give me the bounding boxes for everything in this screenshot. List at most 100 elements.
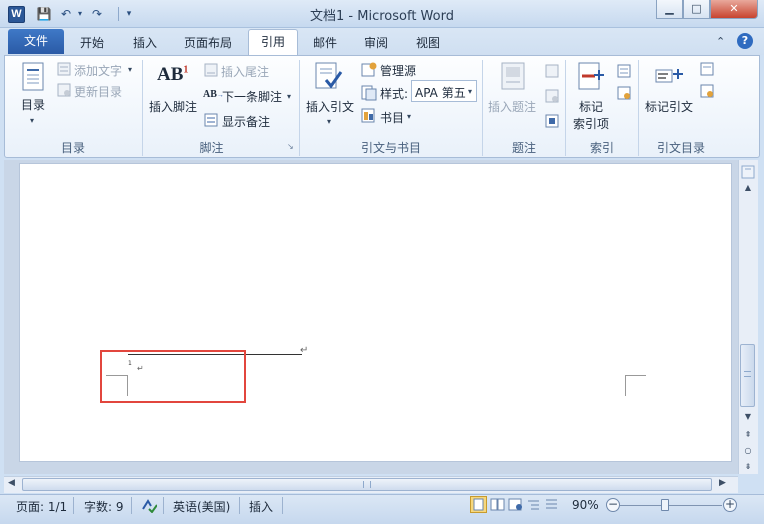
show-notes-button[interactable]: 显示备注 <box>222 113 270 130</box>
minimize-ribbon-icon[interactable]: ⌃ <box>716 35 725 48</box>
vertical-scroll-thumb[interactable] <box>740 344 755 407</box>
insert-footnote-button[interactable]: 插入脚注 <box>149 98 197 115</box>
window-title: 文档1 - Microsoft Word <box>310 9 454 24</box>
status-separator <box>239 497 240 514</box>
show-notes-icon <box>204 113 218 130</box>
tab-home[interactable]: 开始 <box>80 34 104 51</box>
update-index-icon[interactable] <box>617 86 631 103</box>
select-browse-object-icon[interactable]: ○ <box>738 444 758 458</box>
language-indicator[interactable]: 英语(美国) <box>173 498 230 515</box>
minimize-button[interactable]: ▁ <box>656 0 683 19</box>
scroll-left-icon[interactable]: ◀ <box>8 478 15 488</box>
group-label-captions: 题注 <box>511 141 536 155</box>
tab-references[interactable]: 引用 <box>248 29 298 56</box>
insert-citation-icon <box>314 62 344 95</box>
insert-citation-dropdown-icon[interactable]: ▾ <box>327 117 331 126</box>
add-text-icon <box>57 62 71 79</box>
manage-sources-icon <box>361 61 377 80</box>
next-footnote-button[interactable]: 下一条脚注 <box>222 88 282 105</box>
vertical-scrollbar[interactable] <box>738 160 758 474</box>
previous-page-icon[interactable]: ⇞ <box>738 428 758 442</box>
full-screen-reading-view-icon[interactable] <box>490 497 505 515</box>
mark-entry-button[interactable]: 标记 <box>579 98 603 115</box>
status-separator <box>163 497 164 514</box>
next-footnote-dropdown-icon[interactable]: ▾ <box>287 92 291 101</box>
close-button[interactable]: ✕ <box>710 0 758 19</box>
maximize-button[interactable]: □ <box>683 0 710 19</box>
insert-footnote-icon: AB1 <box>157 64 189 85</box>
bibliography-icon <box>361 108 377 127</box>
style-icon <box>361 85 377 104</box>
update-toc-icon <box>57 83 71 100</box>
manage-sources-button[interactable]: 管理源 <box>380 62 416 79</box>
crop-mark-right-h <box>625 375 646 376</box>
zoom-out-button[interactable]: − <box>606 498 620 512</box>
next-page-icon[interactable]: ⇟ <box>738 460 758 474</box>
document-page[interactable] <box>20 164 731 461</box>
insert-table-of-figures-icon[interactable] <box>545 64 559 81</box>
horizontal-scroll-thumb[interactable] <box>22 478 712 491</box>
tab-page-layout[interactable]: 页面布局 <box>184 34 232 51</box>
zoom-slider-track[interactable] <box>620 505 722 506</box>
bibliography-dropdown-icon[interactable]: ▾ <box>407 112 411 121</box>
citation-style-dropdown-icon[interactable]: ▾ <box>468 87 472 96</box>
style-label: 样式: <box>380 87 409 101</box>
citation-style-select[interactable]: APA 第五 ▾ <box>411 80 477 102</box>
mark-entry-button-line2[interactable]: 索引项 <box>573 115 609 132</box>
status-separator <box>73 497 74 514</box>
status-separator <box>131 497 132 514</box>
scroll-down-icon[interactable]: ▼ <box>738 410 758 424</box>
mark-citation-button[interactable]: 标记引文 <box>645 98 693 115</box>
outline-view-icon[interactable] <box>526 497 541 515</box>
mark-entry-icon <box>577 62 607 95</box>
zoom-in-button[interactable]: + <box>723 498 737 512</box>
window-controls: ▁ □ ✕ <box>656 0 759 20</box>
footnote-dialog-launcher-icon[interactable]: ↘ <box>287 142 294 151</box>
tab-view[interactable]: 视图 <box>416 34 440 51</box>
insert-table-of-authorities-icon[interactable] <box>700 62 714 79</box>
tab-insert[interactable]: 插入 <box>133 34 157 51</box>
group-label-footnotes: 脚注 <box>199 141 224 155</box>
bibliography-button[interactable]: 书目 <box>380 109 404 126</box>
group-label-table-of-authorities: 引文目录 <box>656 141 705 155</box>
zoom-slider-thumb[interactable] <box>661 499 669 511</box>
page-count[interactable]: 页面: 1/1 <box>16 498 67 515</box>
draft-view-icon[interactable] <box>544 497 559 515</box>
web-layout-view-icon[interactable] <box>508 497 523 515</box>
update-toc-button[interactable]: 更新目录 <box>74 83 122 100</box>
tab-review[interactable]: 审阅 <box>364 34 388 51</box>
cross-reference-icon[interactable] <box>545 114 559 131</box>
tab-file[interactable]: 文件 <box>8 29 64 54</box>
group-label-citations: 引文与书目 <box>360 141 421 155</box>
next-footnote-icon: AB→ <box>203 89 224 100</box>
insert-mode-indicator[interactable]: 插入 <box>249 498 273 515</box>
insert-endnote-icon <box>204 63 218 80</box>
toc-button[interactable]: 目录 <box>21 96 45 113</box>
mark-citation-icon <box>654 64 684 93</box>
word-count[interactable]: 字数: 9 <box>84 498 124 515</box>
citation-style-value: APA 第五 <box>415 86 466 100</box>
insert-index-icon[interactable] <box>617 64 631 81</box>
paragraph-mark: ↵ <box>300 345 309 356</box>
group-label-index: 索引 <box>589 141 614 155</box>
scroll-right-icon[interactable]: ▶ <box>719 478 726 488</box>
help-icon[interactable]: ? <box>737 33 753 49</box>
add-text-dropdown-icon[interactable]: ▾ <box>128 65 132 74</box>
update-table-of-authorities-icon[interactable] <box>700 84 714 101</box>
toc-dropdown-icon[interactable]: ▾ <box>30 116 34 125</box>
crop-mark-right-v <box>625 375 626 396</box>
insert-caption-icon <box>500 62 526 95</box>
insert-caption-button[interactable]: 插入题注 <box>488 98 536 115</box>
zoom-level[interactable]: 90% <box>572 498 599 512</box>
footnote-highlight-box <box>100 350 246 403</box>
update-table-icon[interactable] <box>545 89 559 106</box>
insert-endnote-button[interactable]: 插入尾注 <box>221 63 269 80</box>
print-layout-view-icon[interactable] <box>470 496 487 513</box>
tab-mailings[interactable]: 邮件 <box>313 34 337 51</box>
scroll-up-icon[interactable]: ▲ <box>738 181 758 195</box>
proofing-icon[interactable] <box>141 497 158 516</box>
add-text-button[interactable]: 添加文字 <box>74 62 122 79</box>
toc-icon <box>20 62 46 95</box>
insert-citation-button[interactable]: 插入引文 <box>306 98 354 115</box>
ruler-toggle-icon[interactable] <box>741 165 755 179</box>
